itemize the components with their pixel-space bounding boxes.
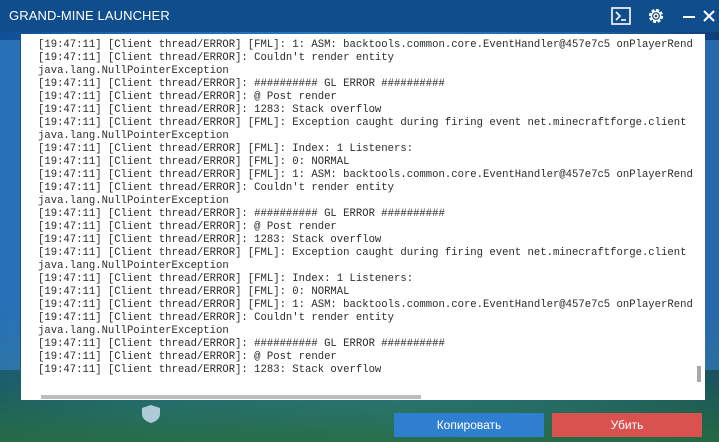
log-line: [19:47:11] [Client thread/ERROR] [FML]: … xyxy=(38,273,414,285)
log-line: [19:47:11] [Client thread/ERROR]: 1283: … xyxy=(38,104,382,116)
background-block xyxy=(0,40,20,370)
vertical-scrollbar-thumb[interactable] xyxy=(697,366,701,382)
log-line: [19:47:11] [Client thread/ERROR] [FML]: … xyxy=(38,247,687,259)
log-line: java.lang.NullPointerException xyxy=(38,130,229,142)
log-line: java.lang.NullPointerException xyxy=(38,325,229,337)
log-line: [19:47:11] [Client thread/ERROR]: ######… xyxy=(38,208,445,220)
log-line: java.lang.NullPointerException xyxy=(38,195,229,207)
log-line: [19:47:11] [Client thread/ERROR]: @ Post… xyxy=(38,221,337,233)
horizontal-scrollbar[interactable] xyxy=(41,395,421,399)
log-line: [19:47:11] [Client thread/ERROR] [FML]: … xyxy=(38,39,692,51)
window-title: GRAND-MINE LAUNCHER xyxy=(9,8,170,23)
vertical-scrollbar[interactable] xyxy=(696,34,702,394)
title-bar: GRAND-MINE LAUNCHER xyxy=(0,0,719,32)
log-line: [19:47:11] [Client thread/ERROR] [FML]: … xyxy=(38,169,692,181)
background-block xyxy=(705,40,719,370)
log-line: [19:47:11] [Client thread/ERROR]: Couldn… xyxy=(38,52,395,64)
minimize-icon[interactable] xyxy=(678,5,700,27)
log-line: [19:47:11] [Client thread/ERROR]: ######… xyxy=(38,338,445,350)
log-line: java.lang.NullPointerException xyxy=(38,260,229,272)
console-panel[interactable]: [19:47:11] [Client thread/ERROR] [FML]: … xyxy=(21,34,705,400)
log-line: [19:47:11] [Client thread/ERROR]: 1283: … xyxy=(38,234,382,246)
log-line: [19:47:11] [Client thread/ERROR]: ######… xyxy=(38,78,445,90)
log-line: [19:47:11] [Client thread/ERROR] [FML]: … xyxy=(38,143,414,155)
log-line: [19:47:11] [Client thread/ERROR]: @ Post… xyxy=(38,351,337,363)
log-line: [19:47:11] [Client thread/ERROR] [FML]: … xyxy=(38,299,692,311)
console-log: [19:47:11] [Client thread/ERROR] [FML]: … xyxy=(38,39,692,377)
log-line: [19:47:11] [Client thread/ERROR]: 1283: … xyxy=(38,364,382,376)
log-line: java.lang.NullPointerException xyxy=(38,65,229,77)
kill-button[interactable]: Убить xyxy=(552,413,702,437)
terminal-icon[interactable] xyxy=(610,5,632,27)
gear-icon[interactable] xyxy=(645,5,667,27)
shield-icon xyxy=(142,405,160,423)
close-icon[interactable] xyxy=(700,5,718,27)
log-line: [19:47:11] [Client thread/ERROR]: Couldn… xyxy=(38,182,395,194)
log-line: [19:47:11] [Client thread/ERROR]: @ Post… xyxy=(38,91,337,103)
log-line: [19:47:11] [Client thread/ERROR] [FML]: … xyxy=(38,156,350,168)
copy-button[interactable]: Копировать xyxy=(394,413,544,437)
log-line: [19:47:11] [Client thread/ERROR] [FML]: … xyxy=(38,286,350,298)
log-line: [19:47:11] [Client thread/ERROR]: Couldn… xyxy=(38,312,395,324)
log-line: [19:47:11] [Client thread/ERROR] [FML]: … xyxy=(38,117,687,129)
